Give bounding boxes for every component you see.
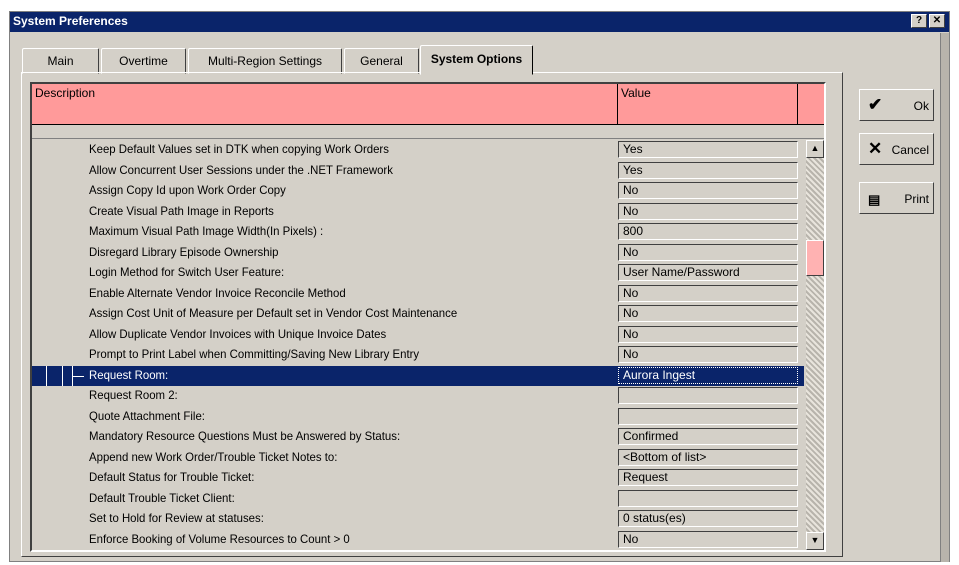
row-value-field[interactable]: Yes <box>618 161 798 179</box>
row-description: Request Room 2: <box>89 388 178 402</box>
table-row[interactable]: Request Room 2: <box>32 386 804 406</box>
row-description: Enforce Booking of Volume Resources to C… <box>89 531 350 546</box>
row-description: Enable Alternate Vendor Invoice Reconcil… <box>89 285 346 300</box>
row-value-field[interactable]: No <box>618 243 798 261</box>
row-description: Allow Concurrent User Sessions under the… <box>89 162 393 177</box>
column-header-spacer <box>798 84 824 125</box>
row-value-field[interactable]: Confirmed <box>618 428 798 445</box>
printer-icon: ▤ <box>868 192 881 207</box>
row-value-field[interactable]: No <box>618 530 798 548</box>
table-row[interactable]: Assign Copy Id upon Work Order Copy No <box>32 181 804 201</box>
vertical-scrollbar[interactable]: ▲ ▼ <box>806 140 824 550</box>
row-description: Prompt to Print Label when Committing/Sa… <box>89 347 420 361</box>
x-icon: ✕ <box>868 139 883 158</box>
table-row[interactable]: Assign Cost Unit of Measure per Default … <box>32 304 804 324</box>
table-row[interactable]: Default Trouble Ticket Client: <box>32 489 804 509</box>
row-value-field[interactable] <box>618 387 798 404</box>
column-header-value[interactable]: Value <box>618 84 798 125</box>
checkmark-icon: ✔ <box>868 95 883 114</box>
ok-button[interactable]: ✔ Ok <box>859 89 934 121</box>
cancel-button[interactable]: ✕ Cancel <box>859 133 934 165</box>
table-row[interactable]: Enable Alternate Vendor Invoice Reconcil… <box>32 284 804 304</box>
row-value-field[interactable]: Aurora Ingest <box>618 366 798 384</box>
tab-main[interactable]: Main <box>22 48 99 74</box>
tab-system-options[interactable]: System Options <box>420 45 533 75</box>
header-gap <box>32 125 824 139</box>
row-description: Default Status for Trouble Ticket: <box>89 470 255 484</box>
system-preferences-window: System Preferences ? ✕ Main Overtime Mul… <box>9 11 950 562</box>
table-row[interactable]: Disregard Library Episode Ownership No <box>32 243 804 263</box>
row-description: Assign Cost Unit of Measure per Default … <box>89 306 458 320</box>
options-grid: Description Value Keep Default Values se… <box>30 82 826 552</box>
window-title: System Preferences <box>13 14 128 28</box>
row-description: Append new Work Order/Trouble Ticket Not… <box>89 449 338 464</box>
row-value-field[interactable]: Request <box>618 469 798 486</box>
row-description: Set to Hold for Review at statuses: <box>89 511 264 525</box>
table-row[interactable]: Keep Default Values set in DTK when copy… <box>32 140 804 160</box>
table-row[interactable]: Quote Attachment File: <box>32 407 804 427</box>
row-value-field[interactable]: <Bottom of list> <box>618 448 798 466</box>
tab-general[interactable]: General <box>344 48 419 74</box>
table-row[interactable]: Enforce Booking of Volume Resources to C… <box>32 530 804 550</box>
table-row[interactable]: Login Method for Switch User Feature: Use… <box>32 263 804 283</box>
row-description: Quote Attachment File: <box>89 408 205 423</box>
table-row[interactable]: Set to Hold for Review at statuses: 0 sta… <box>32 509 804 529</box>
row-description: Maximum Visual Path Image Width(In Pixel… <box>89 224 324 238</box>
tab-multi-region-settings[interactable]: Multi-Region Settings <box>188 48 342 74</box>
table-row[interactable]: Prompt to Print Label when Committing/Sa… <box>32 345 804 365</box>
row-value-field[interactable]: No <box>618 284 798 302</box>
table-row[interactable]: Mandatory Resource Questions Must be Ans… <box>32 427 804 447</box>
title-bar: System Preferences ? ✕ <box>10 12 949 32</box>
scroll-up-arrow-icon[interactable]: ▲ <box>806 140 824 158</box>
row-value-field[interactable]: User Name/Password <box>618 264 798 281</box>
cancel-label: Cancel <box>891 143 929 157</box>
scrollbar-thumb[interactable] <box>806 240 824 276</box>
help-button[interactable]: ? <box>911 14 927 28</box>
row-value-field[interactable]: No <box>618 346 798 363</box>
ok-label: Ok <box>913 99 929 113</box>
print-button[interactable]: ▤ Print <box>859 182 934 214</box>
close-button[interactable]: ✕ <box>929 14 945 28</box>
row-description: Create Visual Path Image in Reports <box>89 203 274 218</box>
row-description: Disregard Library Episode Ownership <box>89 244 279 259</box>
row-description: Request Room: <box>89 367 169 382</box>
row-value-field[interactable] <box>618 489 798 507</box>
row-description: Mandatory Resource Questions Must be Ans… <box>89 429 401 443</box>
table-row[interactable]: Allow Duplicate Vendor Invoices with Uni… <box>32 325 804 345</box>
row-description: Allow Duplicate Vendor Invoices with Uni… <box>89 326 387 341</box>
scroll-down-arrow-icon[interactable]: ▼ <box>806 532 824 550</box>
row-value-field[interactable]: No <box>618 325 798 343</box>
row-description: Assign Copy Id upon Work Order Copy <box>89 183 286 197</box>
window-edge <box>940 33 949 562</box>
table-row[interactable]: Maximum Visual Path Image Width(In Pixel… <box>32 222 804 242</box>
row-value-field[interactable]: No <box>618 202 798 220</box>
table-row[interactable]: Create Visual Path Image in Reports No <box>32 202 804 222</box>
row-value-field[interactable]: No <box>618 305 798 322</box>
row-description: Login Method for Switch User Feature: <box>89 265 285 279</box>
row-description: Default Trouble Ticket Client: <box>89 490 235 505</box>
row-description: Keep Default Values set in DTK when copy… <box>89 142 389 156</box>
table-row[interactable]: Request Room: Aurora Ingest <box>32 365 804 386</box>
table-row[interactable]: Append new Work Order/Trouble Ticket Not… <box>32 448 804 468</box>
table-row[interactable]: Allow Concurrent User Sessions under the… <box>32 161 804 181</box>
print-label: Print <box>904 192 929 206</box>
table-row[interactable]: Default Status for Trouble Ticket: Reques… <box>32 468 804 488</box>
row-value-field[interactable]: No <box>618 182 798 199</box>
column-header-description[interactable]: Description <box>32 84 618 125</box>
row-value-field[interactable]: 0 status(es) <box>618 510 798 527</box>
row-value-field[interactable] <box>618 407 798 425</box>
tab-overtime[interactable]: Overtime <box>101 48 186 74</box>
row-value-field[interactable]: Yes <box>618 141 798 158</box>
row-value-field[interactable]: 800 <box>618 223 798 240</box>
